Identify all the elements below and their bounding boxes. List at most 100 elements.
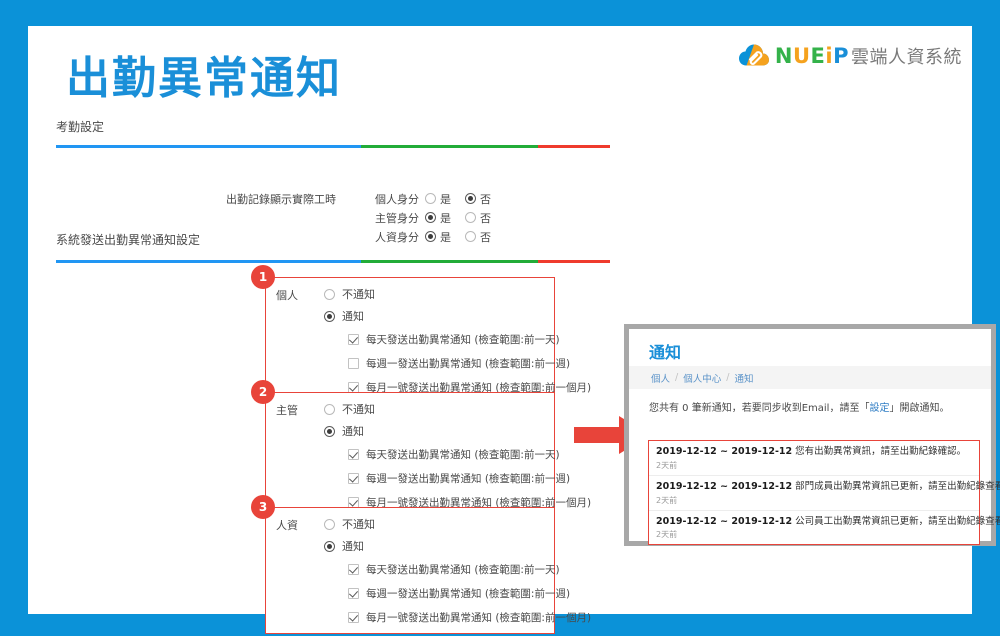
notification-summary-message: 您共有 0 筆新通知，若要同步收到Email，請至「設定」開啟通知。 — [649, 399, 979, 414]
notification-date: 2019-12-12 ~ 2019-12-12 — [656, 480, 793, 492]
checkbox-weekly-icon[interactable] — [348, 358, 359, 369]
brand-letter-i: i — [825, 43, 834, 68]
checkbox-daily[interactable]: 每天發送出勤異常通知 (檢查範圍:前一天) — [348, 332, 560, 347]
notification-date: 2019-12-12 ~ 2019-12-12 — [656, 446, 793, 457]
breadcrumb-item-notifications[interactable]: 通知 — [734, 371, 753, 385]
checkbox-daily-icon[interactable] — [348, 449, 359, 460]
checkbox-daily-icon[interactable] — [348, 564, 359, 575]
list-item[interactable]: 2019-12-12 ~ 2019-12-12 公司員工出勤異常資訊已更新，請至… — [649, 511, 1000, 545]
breadcrumb-item-personal[interactable]: 個人 — [651, 371, 670, 385]
brand-wordmark: NUEiP 雲端人資系統 — [774, 43, 962, 68]
work-hours-caption: 出勤記錄顯示實際工時 — [226, 193, 336, 206]
radio-no-label: 否 — [480, 230, 491, 244]
checkbox-weekly[interactable]: 每週一發送出勤異常通知 (檢查範圍:前一週) — [348, 586, 570, 601]
radio-no-icon[interactable] — [465, 212, 476, 223]
brand-logo: NUEiP 雲端人資系統 — [738, 43, 962, 68]
notification-time: 2天前 — [656, 460, 678, 470]
radio-option-yes[interactable]: 是 — [425, 229, 451, 245]
radio-notify-icon[interactable] — [324, 425, 335, 437]
work-hours-row-label: 個人身分 — [375, 192, 419, 206]
radio-no-notify-icon[interactable] — [324, 288, 335, 300]
work-hours-row-label: 主管身分 — [375, 211, 419, 225]
page-frame: 出勤異常通知 NUEiP 雲端人資系統 考勤設定 出勤記錄顯示實際工時 個人身分 … — [28, 26, 1000, 634]
radio-no-notify[interactable]: 不通知 — [324, 516, 375, 532]
divider-segment-green — [360, 145, 538, 148]
radio-no-label: 否 — [480, 192, 491, 206]
checkbox-weekly-label: 每週一發送出勤異常通知 (檢查範圍:前一週) — [366, 358, 571, 370]
checkbox-monthly-icon[interactable] — [348, 612, 359, 623]
checkbox-daily-label: 每天發送出勤異常通知 (檢查範圍:前一天) — [366, 334, 560, 346]
radio-notify-icon[interactable] — [324, 310, 335, 322]
checkbox-weekly-icon[interactable] — [348, 473, 359, 484]
settings-link[interactable]: 設定 — [869, 403, 889, 414]
radio-yes-label: 是 — [440, 230, 451, 244]
radio-yes-icon[interactable] — [425, 231, 436, 242]
radio-option-no[interactable]: 否 — [465, 210, 491, 226]
checkbox-monthly-label: 每月一號發送出勤異常通知 (檢查範圍:前一個月) — [366, 612, 592, 624]
brand-letter-e: E — [810, 43, 826, 68]
checkbox-daily-icon[interactable] — [348, 334, 359, 345]
radio-notify[interactable]: 通知 — [324, 308, 375, 324]
divider-segment-red — [537, 145, 610, 148]
divider-segment-blue — [56, 260, 361, 263]
notification-panel-title: 通知 — [649, 343, 682, 362]
radio-option-yes[interactable]: 是 — [425, 191, 451, 207]
notification-panel: 通知 個人 / 個人中心 / 通知 您共有 0 筆新通知，若要同步收到Email… — [624, 324, 1000, 546]
radio-no-icon[interactable] — [465, 193, 476, 204]
divider-tricolor-2 — [56, 260, 610, 263]
radio-no-label: 否 — [480, 211, 491, 225]
page-title: 出勤異常通知 — [66, 53, 342, 104]
group-role-label: 人資 — [276, 519, 298, 532]
checkbox-weekly[interactable]: 每週一發送出勤異常通知 (檢查範圍:前一週) — [348, 471, 570, 486]
work-hours-row-label: 人資身分 — [375, 230, 419, 244]
checkbox-monthly[interactable]: 每月一號發送出勤異常通知 (檢查範圍:前一個月) — [348, 610, 591, 625]
notification-list: 2019-12-12 ~ 2019-12-12 您有出勤異常資訊，請至出勤紀錄確… — [648, 440, 1000, 546]
radio-notify-label: 通知 — [342, 310, 364, 323]
radio-no-notify[interactable]: 不通知 — [324, 401, 375, 417]
notify-group-supervisor: 2 主管 不通知 通知 每天發送出勤異常通知 (檢查範圍:前一天) 每週一發送出… — [251, 380, 591, 519]
table-row: 人資身分 是 否 — [375, 227, 505, 246]
divider-tricolor-panel — [649, 427, 979, 430]
divider-tricolor-1 — [56, 145, 610, 148]
step-badge-1: 1 — [251, 265, 275, 289]
divider-segment-green — [857, 427, 979, 430]
breadcrumb: 個人 / 個人中心 / 通知 — [629, 366, 991, 389]
radio-option-yes[interactable]: 是 — [425, 210, 451, 226]
brand-letter-n: N — [774, 43, 793, 68]
radio-notify[interactable]: 通知 — [324, 423, 375, 439]
breadcrumb-separator: / — [726, 372, 730, 383]
brand-letter-u: U — [792, 43, 811, 68]
step-badge-2: 2 — [251, 380, 275, 404]
radio-no-notify-icon[interactable] — [324, 518, 335, 530]
radio-notify-icon[interactable] — [324, 540, 335, 552]
checkbox-daily[interactable]: 每天發送出勤異常通知 (檢查範圍:前一天) — [348, 562, 560, 577]
notification-text: 您有出勤異常資訊，請至出勤紀錄確認。 — [795, 446, 967, 457]
table-row: 主管身分 是 否 — [375, 208, 505, 227]
radio-yes-icon[interactable] — [425, 212, 436, 223]
radio-no-icon[interactable] — [465, 231, 476, 242]
radio-no-notify[interactable]: 不通知 — [324, 286, 375, 302]
radio-yes-icon[interactable] — [425, 193, 436, 204]
group-role-label: 主管 — [276, 404, 298, 417]
work-hours-rows: 個人身分 是 否 主管身分 是 否 人資身分 是 否 — [375, 189, 505, 246]
message-suffix: 」開啟通知。 — [889, 403, 950, 414]
checkbox-weekly-label: 每週一發送出勤異常通知 (檢查範圍:前一週) — [366, 588, 571, 600]
radio-option-no[interactable]: 否 — [465, 229, 491, 245]
radio-notify-label: 通知 — [342, 540, 364, 553]
list-item[interactable]: 2019-12-12 ~ 2019-12-12 部門成員出勤異常資訊已更新，請至… — [649, 476, 1000, 511]
checkbox-weekly-icon[interactable] — [348, 588, 359, 599]
radio-no-notify-label: 不通知 — [342, 518, 375, 531]
message-prefix: 您共有 0 筆新通知，若要同步收到Email，請至「 — [649, 403, 870, 414]
brand-subtitle: 雲端人資系統 — [851, 46, 962, 68]
notification-date: 2019-12-12 ~ 2019-12-12 — [656, 515, 793, 527]
notification-time: 2天前 — [656, 530, 678, 540]
list-item[interactable]: 2019-12-12 ~ 2019-12-12 您有出勤異常資訊，請至出勤紀錄確… — [649, 441, 979, 476]
notify-group-personal: 1 個人 不通知 通知 每天發送出勤異常通知 (檢查範圍:前一天) 每週一發送出… — [251, 265, 591, 404]
breadcrumb-item-personal-center[interactable]: 個人中心 — [683, 371, 721, 385]
checkbox-daily[interactable]: 每天發送出勤異常通知 (檢查範圍:前一天) — [348, 447, 560, 462]
radio-notify[interactable]: 通知 — [324, 538, 375, 554]
checkbox-weekly[interactable]: 每週一發送出勤異常通知 (檢查範圍:前一週) — [348, 356, 570, 371]
radio-option-no[interactable]: 否 — [465, 191, 491, 207]
radio-notify-label: 通知 — [342, 425, 364, 438]
radio-no-notify-icon[interactable] — [324, 403, 335, 415]
